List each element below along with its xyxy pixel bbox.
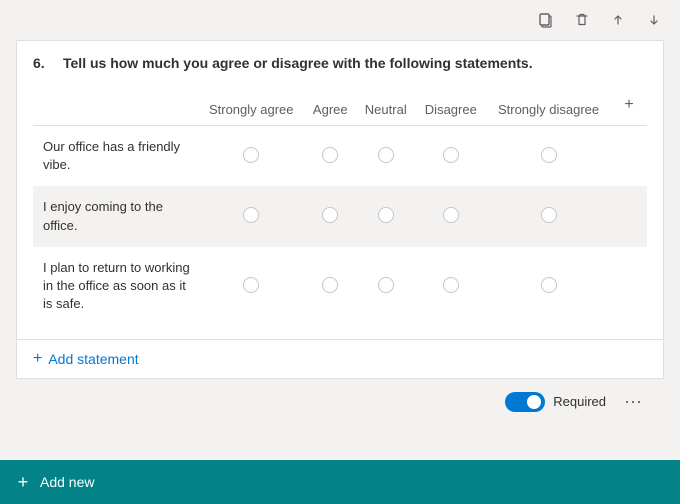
radio-button[interactable] [243, 277, 259, 293]
add-statement-button[interactable]: + Add statement [16, 340, 664, 379]
col-header-disagree: Disagree [416, 85, 487, 126]
bottom-bar[interactable]: + Add new [0, 460, 680, 504]
radio-button[interactable] [322, 277, 338, 293]
col-header-statement [33, 85, 198, 126]
row-spacer [611, 186, 647, 246]
col-header-strongly-disagree: Strongly disagree [486, 85, 611, 126]
radio-button[interactable] [243, 207, 259, 223]
add-new-label: Add new [40, 474, 94, 490]
radio-button[interactable] [541, 277, 557, 293]
radio-cell [416, 126, 487, 187]
table-row: I plan to return to working in the offic… [33, 247, 647, 326]
radio-cell [356, 126, 415, 187]
required-label: Required [553, 394, 606, 409]
add-statement-label: Add statement [48, 351, 138, 367]
radio-cell [305, 247, 357, 326]
radio-button[interactable] [322, 207, 338, 223]
col-header-strongly-agree: Strongly agree [198, 85, 305, 126]
radio-button[interactable] [541, 207, 557, 223]
footer-row: Required ··· [16, 379, 664, 424]
add-new-plus-icon: + [14, 473, 32, 491]
statement-cell: I plan to return to working in the offic… [33, 247, 198, 326]
radio-button[interactable] [443, 207, 459, 223]
radio-cell [305, 186, 357, 246]
add-column-button[interactable]: + [617, 93, 641, 117]
toolbar [0, 0, 680, 40]
move-up-icon[interactable] [604, 6, 632, 34]
radio-button[interactable] [443, 277, 459, 293]
statement-cell: I enjoy coming to the office. [33, 186, 198, 246]
radio-cell [416, 186, 487, 246]
radio-button[interactable] [378, 207, 394, 223]
radio-cell [305, 126, 357, 187]
add-new-button[interactable]: + Add new [14, 473, 94, 491]
question-text: Tell us how much you agree or disagree w… [63, 55, 533, 71]
radio-button[interactable] [378, 277, 394, 293]
question-number: 6. [33, 55, 53, 71]
radio-button[interactable] [322, 147, 338, 163]
row-spacer [611, 247, 647, 326]
radio-cell [416, 247, 487, 326]
table-row: Our office has a friendly vibe. [33, 126, 647, 187]
question-block: 6. Tell us how much you agree or disagre… [16, 40, 664, 340]
radio-cell [198, 247, 305, 326]
required-toggle[interactable] [505, 392, 545, 412]
statement-cell: Our office has a friendly vibe. [33, 126, 198, 187]
copy-icon[interactable] [532, 6, 560, 34]
move-down-icon[interactable] [640, 6, 668, 34]
radio-button[interactable] [443, 147, 459, 163]
likert-table: Strongly agree Agree Neutral Disagree St… [33, 85, 647, 325]
radio-cell [486, 126, 611, 187]
radio-cell [486, 186, 611, 246]
row-spacer [611, 126, 647, 187]
delete-icon[interactable] [568, 6, 596, 34]
radio-cell [198, 186, 305, 246]
more-options-button[interactable]: ··· [618, 389, 648, 414]
radio-cell [356, 247, 415, 326]
main-content: 6. Tell us how much you agree or disagre… [0, 40, 680, 460]
radio-button[interactable] [378, 147, 394, 163]
add-statement-plus: + [33, 350, 42, 368]
table-row: I enjoy coming to the office. [33, 186, 647, 246]
radio-cell [486, 247, 611, 326]
col-header-neutral: Neutral [356, 85, 415, 126]
radio-cell [198, 126, 305, 187]
question-header: 6. Tell us how much you agree or disagre… [33, 55, 647, 71]
radio-button[interactable] [243, 147, 259, 163]
col-header-agree: Agree [305, 85, 357, 126]
radio-button[interactable] [541, 147, 557, 163]
radio-cell [356, 186, 415, 246]
required-toggle-container: Required [505, 392, 606, 412]
add-column-cell: + [611, 85, 647, 126]
